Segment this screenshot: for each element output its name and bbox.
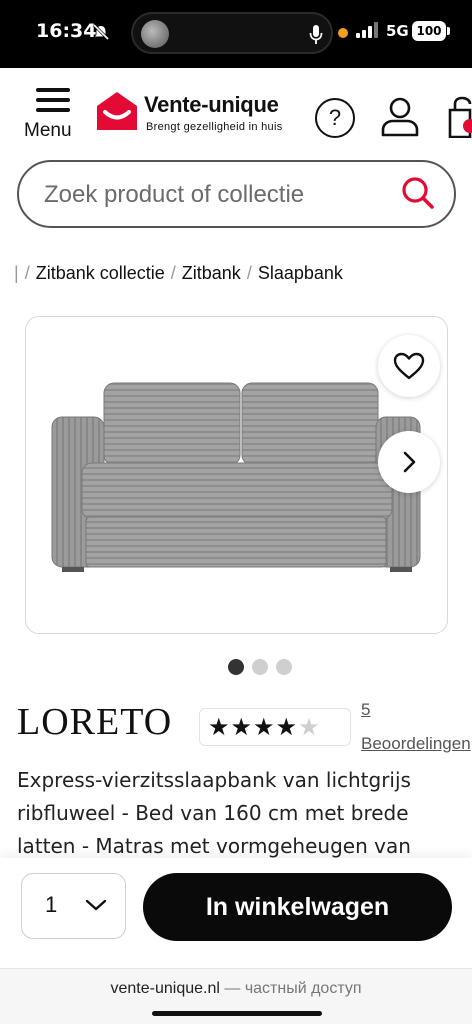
star-icon: ★ <box>298 713 321 741</box>
favorite-button[interactable] <box>378 335 440 397</box>
account-icon[interactable] <box>380 96 420 138</box>
heart-icon <box>393 352 425 380</box>
breadcrumb-item[interactable]: Zitbank collectie <box>36 263 165 284</box>
gallery-pagination <box>228 659 300 675</box>
network-type: 5G <box>386 22 409 40</box>
breadcrumb-separator: / <box>246 262 252 283</box>
mic-icon <box>309 25 323 44</box>
product-gallery[interactable] <box>25 316 448 634</box>
gallery-dot[interactable] <box>252 659 268 675</box>
product-description: Express-vierzitsslaapbank van lichtgrijs… <box>17 768 411 858</box>
mute-icon <box>92 24 110 40</box>
breadcrumb-item[interactable]: Slaapbank <box>258 263 343 284</box>
site-header: Menu Vente-unique Brengt gezelligheid in… <box>0 68 472 154</box>
star-icon-group: ★★★★★ <box>208 714 321 740</box>
star-icon: ★ <box>208 713 231 741</box>
cart-icon[interactable] <box>446 96 472 138</box>
gallery-next-button[interactable] <box>378 431 440 493</box>
dynamic-island <box>131 12 333 54</box>
battery-level: 100 <box>412 21 450 41</box>
status-time: 16:34 <box>36 20 97 42</box>
help-icon: ? <box>328 105 342 130</box>
help-button[interactable]: ? <box>315 98 355 138</box>
quantity-select[interactable]: 1 <box>21 873 126 939</box>
breadcrumb-separator: / <box>170 262 176 283</box>
breadcrumb-separator: | <box>14 262 19 283</box>
private-mode-label: частный доступ <box>244 980 362 997</box>
product-image <box>51 382 421 572</box>
gallery-dot[interactable] <box>228 659 244 675</box>
browser-url-bar[interactable]: vente-unique.nl — частный доступ <box>0 968 472 1024</box>
star-icon: ★ <box>275 713 299 741</box>
search-bar[interactable]: Zoek product of collectie <box>17 160 456 228</box>
brand-logo[interactable]: Vente-unique Brengt gezelligheid in huis <box>96 90 300 136</box>
breadcrumb: | / Zitbank collectie / Zitbank / Slaapbank <box>14 262 472 290</box>
breadcrumb-item[interactable]: Zitbank <box>182 263 241 284</box>
menu-label: Menu <box>24 120 72 141</box>
reviews-link[interactable]: Beoordelingen <box>361 734 471 754</box>
url-separator: — <box>219 980 245 997</box>
url-display[interactable]: vente-unique.nl — частный доступ <box>0 980 472 998</box>
star-icon: ★ <box>230 713 254 741</box>
chevron-right-icon <box>403 451 416 473</box>
search-icon[interactable] <box>400 175 436 211</box>
rating-stars[interactable]: ★★★★★ <box>199 708 351 746</box>
url-domain: vente-unique.nl <box>110 980 220 997</box>
review-count[interactable]: 5 <box>361 700 370 720</box>
chevron-down-icon <box>85 899 107 911</box>
home-indicator <box>152 1011 322 1016</box>
gallery-dot[interactable] <box>276 659 292 675</box>
quantity-value: 1 <box>45 892 58 917</box>
product-title: LORETO <box>17 701 173 743</box>
menu-icon <box>36 88 70 118</box>
status-bar: 16:34 5G 100 <box>0 0 472 68</box>
brand-tagline: Brengt gezelligheid in huis <box>146 121 283 133</box>
menu-button[interactable]: Menu <box>22 86 84 146</box>
signal-icon <box>356 22 378 38</box>
star-icon: ★ <box>253 713 276 741</box>
search-input[interactable]: Zoek product of collectie <box>44 181 304 209</box>
purchase-bar: 1 In winkelwagen <box>0 858 472 968</box>
privacy-indicator <box>338 28 348 38</box>
add-to-cart-button[interactable]: In winkelwagen <box>143 873 452 941</box>
breadcrumb-separator: / <box>24 262 30 283</box>
house-logo-icon <box>97 92 137 130</box>
brand-name: Vente-unique <box>144 92 279 117</box>
avatar <box>141 20 169 48</box>
